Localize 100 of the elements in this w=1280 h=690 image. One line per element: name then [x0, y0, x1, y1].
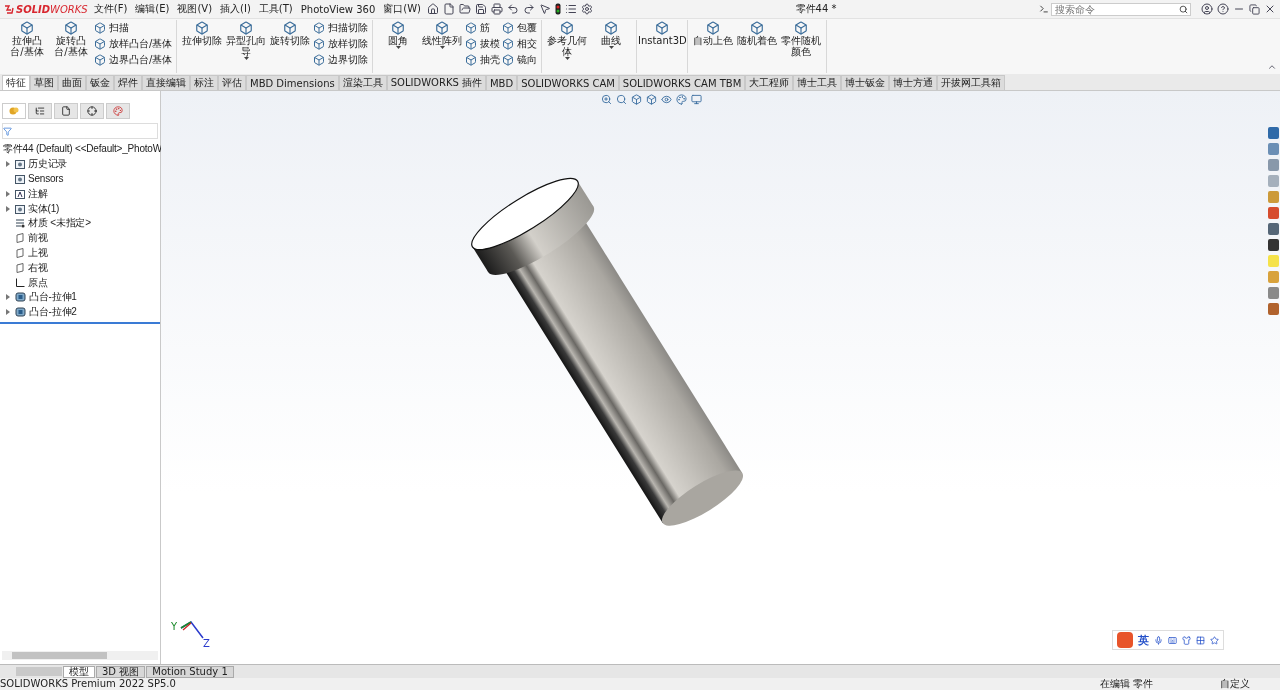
menu-item[interactable]: 插入(I): [218, 2, 253, 16]
tab[interactable]: 博士钣金: [841, 75, 890, 90]
tab[interactable]: 曲面: [58, 75, 86, 90]
tree-item[interactable]: 前视: [28, 231, 48, 246]
tree-item[interactable]: 上视: [28, 245, 48, 260]
palette-icon[interactable]: [676, 94, 687, 105]
tab[interactable]: 模型: [63, 665, 95, 678]
status-text[interactable]: 自定义: [1220, 678, 1280, 690]
task-pane-icon[interactable]: [1268, 239, 1279, 251]
cube-icon[interactable]: [646, 94, 657, 105]
command-button[interactable]: 参考几何体: [546, 20, 589, 73]
undo-icon[interactable]: [507, 3, 519, 15]
collapse-icon[interactable]: [1267, 62, 1277, 72]
command-button[interactable]: 拉伸切除: [181, 20, 224, 73]
tab[interactable]: 博士工具: [793, 75, 842, 90]
command-button[interactable]: 旋转切除: [269, 20, 312, 73]
tree-item[interactable]: 实体(1): [28, 201, 60, 216]
command-button[interactable]: 扫描: [94, 21, 173, 35]
star-icon[interactable]: [1210, 635, 1219, 645]
tab[interactable]: 大工程师: [745, 75, 794, 90]
print-icon[interactable]: [491, 3, 503, 15]
feature-tree-tab[interactable]: [2, 103, 26, 119]
keyboard-icon[interactable]: [1168, 635, 1177, 645]
tab[interactable]: 3D 视图: [96, 665, 146, 678]
menu-item[interactable]: 窗口(W): [381, 2, 423, 16]
task-pane-icon[interactable]: [1268, 303, 1279, 315]
save-icon[interactable]: [475, 3, 487, 15]
tree-item[interactable]: 注解: [28, 186, 48, 201]
menu-item[interactable]: PhotoView 360: [298, 3, 378, 15]
task-pane-icon[interactable]: [1268, 127, 1279, 139]
property-tab[interactable]: [28, 103, 52, 119]
dimension-tab[interactable]: [80, 103, 104, 119]
command-button[interactable]: 圆角: [377, 20, 420, 73]
tab[interactable]: 渲染工具: [338, 75, 387, 90]
tab[interactable]: Motion Study 1: [146, 665, 234, 678]
command-button[interactable]: 放样凸台/基体: [94, 37, 173, 51]
command-button[interactable]: 边界凸台/基体: [94, 53, 173, 67]
command-button[interactable]: 放样切除: [313, 37, 369, 51]
expand-arrow-icon[interactable]: [6, 309, 10, 316]
select-pointer-icon[interactable]: [539, 3, 551, 15]
command-button[interactable]: Instant3D: [641, 20, 684, 73]
tab[interactable]: SOLIDWORKS 插件: [386, 75, 486, 90]
command-button[interactable]: 扫描切除: [313, 21, 369, 35]
tab[interactable]: 评估: [218, 75, 246, 90]
command-button[interactable]: 曲线: [590, 20, 633, 73]
tab[interactable]: 标注: [190, 75, 218, 90]
expand-arrow-icon[interactable]: [6, 190, 10, 197]
eye-icon[interactable]: [661, 94, 672, 105]
task-pane-icon[interactable]: [1268, 223, 1279, 235]
menu-item[interactable]: 编辑(E): [133, 2, 172, 16]
configuration-tab[interactable]: [54, 103, 78, 119]
command-button[interactable]: 零件随机颜色: [780, 20, 823, 73]
menu-item[interactable]: 视图(V): [175, 2, 215, 16]
command-button[interactable]: 边界切除: [313, 53, 369, 67]
appearance-tab[interactable]: [106, 103, 130, 119]
tree-item[interactable]: 右视: [28, 260, 48, 275]
command-button[interactable]: 异型孔向导: [225, 20, 268, 73]
home-icon[interactable]: [427, 3, 439, 15]
cube-icon[interactable]: [631, 94, 642, 105]
command-button[interactable]: 抽壳: [465, 53, 501, 67]
tab[interactable]: MBD: [485, 75, 518, 90]
command-button[interactable]: 拉伸凸台/基体: [6, 20, 48, 73]
horizontal-scrollbar[interactable]: [2, 651, 158, 660]
filter-field[interactable]: [2, 123, 158, 139]
tab[interactable]: SOLIDWORKS CAM: [517, 75, 619, 90]
tree-item[interactable]: 历史记录: [28, 157, 68, 172]
tree-item[interactable]: 原点: [28, 275, 48, 290]
expand-arrow-icon[interactable]: [6, 161, 10, 168]
new-document-icon[interactable]: [443, 3, 455, 15]
shirt-icon[interactable]: [1182, 635, 1191, 645]
expand-arrow-icon[interactable]: [6, 294, 10, 301]
command-button[interactable]: 自动上色: [692, 20, 735, 73]
list-icon[interactable]: [565, 3, 577, 15]
tab[interactable]: 博士方通: [889, 75, 938, 90]
settings-icon[interactable]: [581, 3, 593, 15]
command-button[interactable]: 相交: [502, 37, 538, 51]
help-icon[interactable]: [1217, 3, 1229, 15]
command-button[interactable]: 随机着色: [736, 20, 779, 73]
command-button[interactable]: 拔模: [465, 37, 501, 51]
tab[interactable]: 焊件: [114, 75, 142, 90]
tab[interactable]: 特征: [2, 75, 30, 90]
tree-item[interactable]: Sensors: [28, 173, 64, 185]
redo-icon[interactable]: [523, 3, 535, 15]
close-icon[interactable]: [1264, 3, 1276, 15]
command-button[interactable]: 镜向: [502, 53, 538, 67]
tree-item[interactable]: 材质 <未指定>: [28, 216, 91, 231]
expand-arrow-icon[interactable]: [6, 205, 10, 212]
tab[interactable]: 直接编辑: [142, 75, 190, 90]
tab[interactable]: 开拔网工具箱: [937, 75, 1006, 90]
menu-item[interactable]: 工具(T): [256, 2, 295, 16]
monitor-icon[interactable]: [691, 94, 702, 105]
tree-item[interactable]: 零件44 (Default) <<Default>_PhotoW: [3, 142, 162, 157]
user-icon[interactable]: [1201, 3, 1213, 15]
tab[interactable]: 草图: [30, 75, 58, 90]
tree-item[interactable]: 凸台-拉伸1: [29, 290, 77, 305]
tab[interactable]: SOLIDWORKS CAM TBM: [618, 75, 746, 90]
command-button[interactable]: 筋: [465, 21, 501, 35]
search-icon[interactable]: [616, 94, 627, 105]
microphone-icon[interactable]: [1154, 635, 1163, 645]
restore-icon[interactable]: [1249, 3, 1260, 15]
